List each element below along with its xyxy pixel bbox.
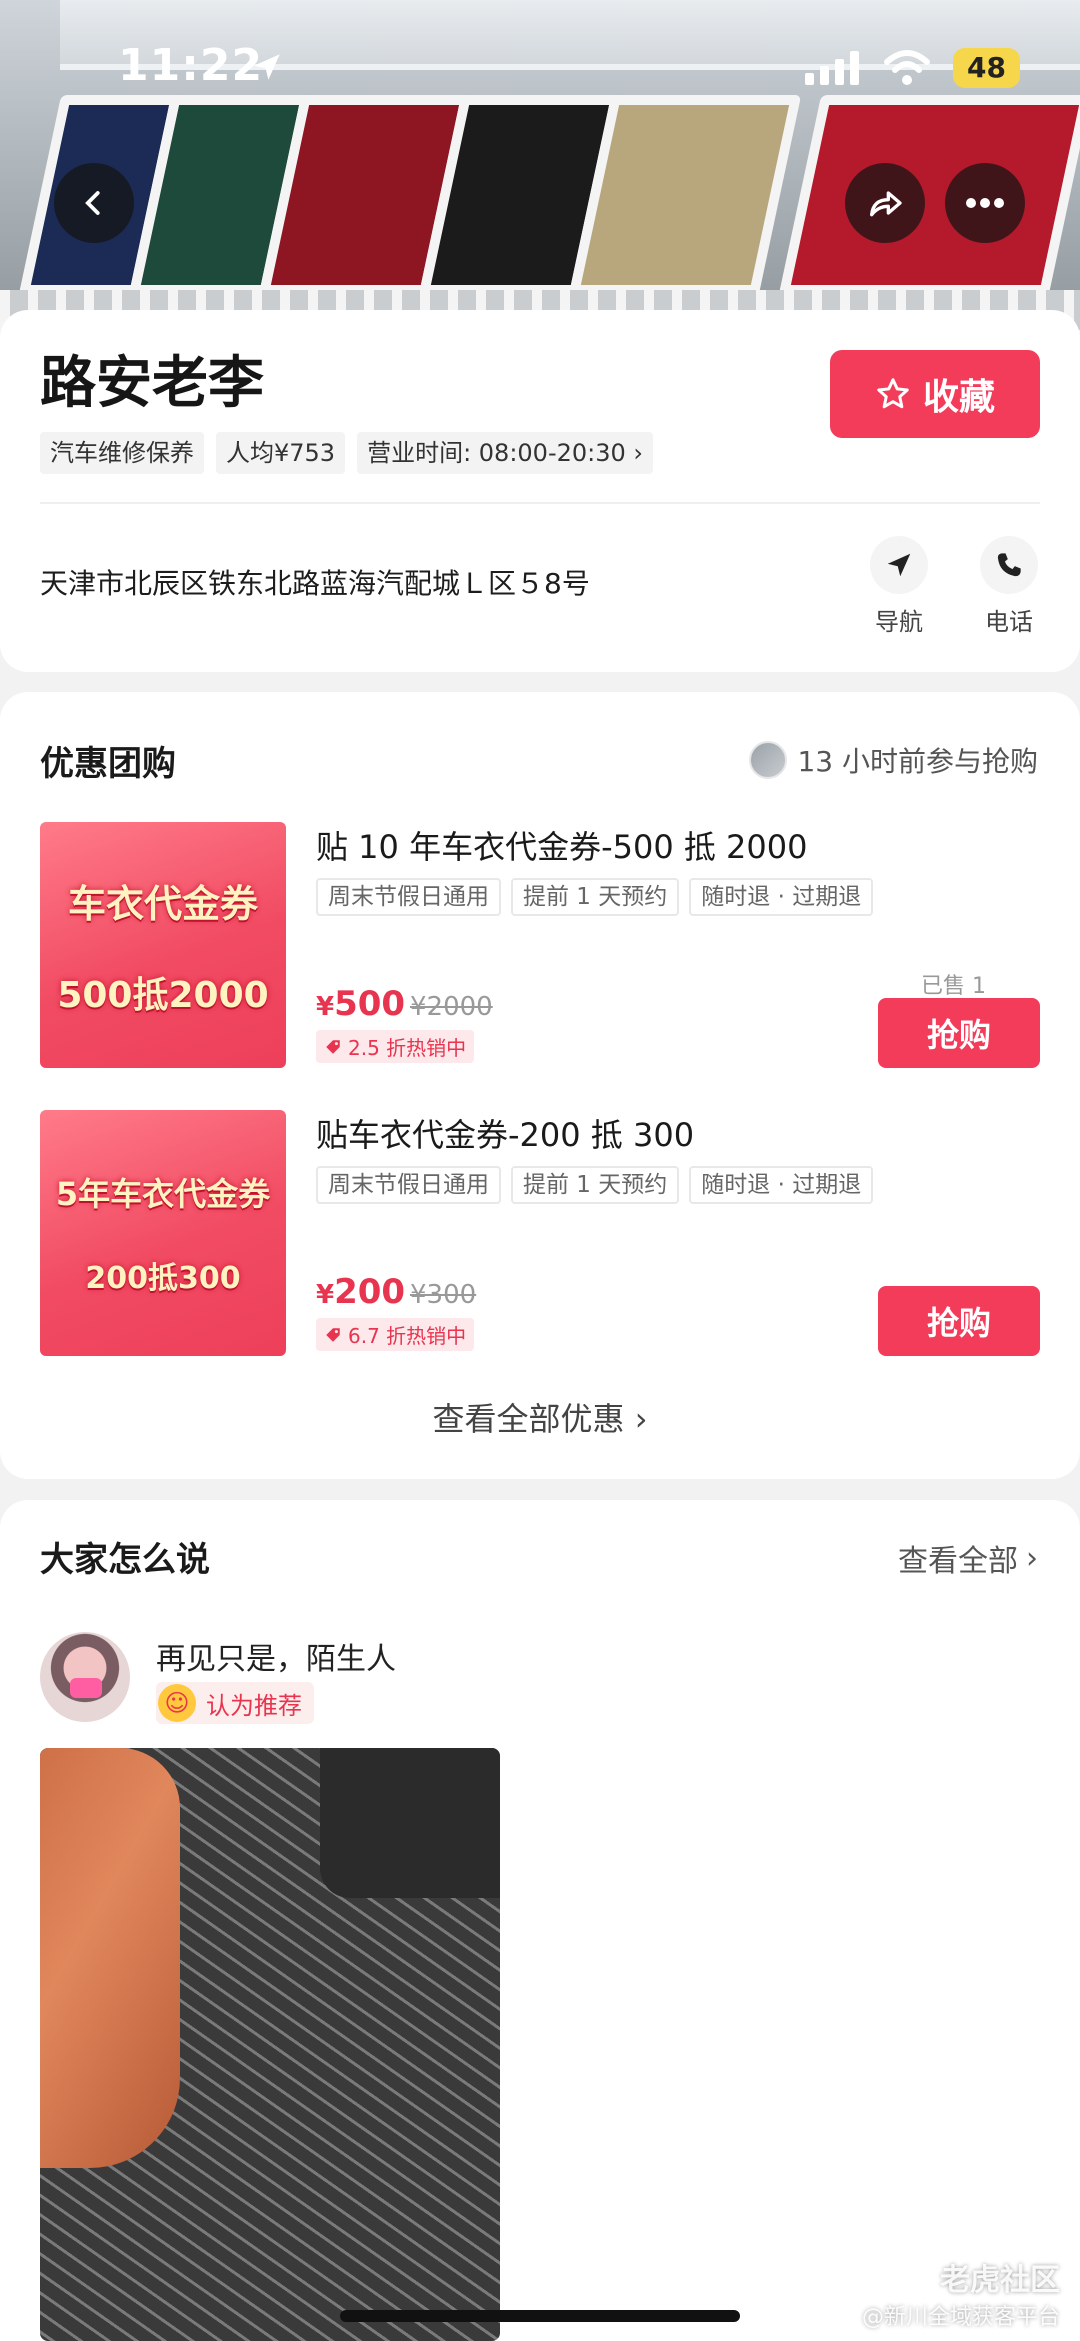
favorite-label: 收藏 [922,377,995,418]
price-tag-icon [326,1327,340,1342]
watermark-subtitle: @新川全域获客平台 [861,2305,1060,2330]
shop-address: 天津市北辰区铁东北路蓝海汽配城Ｌ区５8号 [40,567,590,600]
view-all-reviews-text: 查看全部 [898,1544,1018,1579]
reviews-section-title: 大家怎么说 [40,1540,210,1580]
share-icon [870,191,902,217]
shop-hero-image: 11:22 48 [0,0,1080,330]
discount-text: 6.7 折热销中 [348,1324,467,1348]
deal-price: ¥500 [316,984,405,1024]
buyer-avatar [749,741,788,779]
favorite-button[interactable]: 收藏 [830,350,1040,438]
deal-item[interactable]: 车衣代金券 500抵2000 贴 10 年车衣代金券-500 抵 2000 周末… [40,822,1040,1068]
reviewer-avatar[interactable] [40,1632,130,1722]
chevron-right-icon: › [1026,1540,1038,1576]
deal-price-value: 500 [334,984,406,1024]
navigate-button[interactable]: 导航 [854,536,944,637]
deal-image: 车衣代金券 500抵2000 [40,822,286,1068]
category-tag: 汽车维修保养 [40,432,204,474]
deal-image-line1: 车衣代金券 [67,881,258,926]
back-button[interactable] [54,163,134,243]
business-hours-text: 营业时间: 08:00-20:30 [367,439,626,467]
watermark-title: 老虎社区 [940,2263,1060,2298]
recommend-badge: ☺ 认为推荐 [156,1682,314,1724]
status-indicators: 48 [805,48,1020,88]
more-button[interactable] [945,163,1025,243]
share-button[interactable] [845,163,925,243]
deal-original-price: ¥300 [410,1280,477,1310]
deals-section-title: 优惠团购 [40,744,176,784]
phone-button[interactable]: 电话 [964,536,1054,637]
avg-price-tag: 人均¥753 [216,432,346,474]
shop-tags: 汽车维修保养 人均¥753 营业时间: 08:00-20:30 › [40,432,654,474]
deal-item[interactable]: 5年车衣代金券 200抵300 贴车衣代金券-200 抵 300 周末节假日通用… [40,1110,1040,1356]
currency-symbol: ¥ [316,1280,335,1310]
reviews-card: 大家怎么说 查看全部 › 再见只是，陌生人 ☺ 认为推荐 [0,1500,1080,2341]
price-tag-icon [326,1039,340,1054]
buy-button[interactable]: 抢购 [878,998,1040,1068]
more-dots-icon [966,198,1004,208]
currency-symbol: ¥ [316,992,335,1022]
phone-icon [997,553,1021,577]
view-all-deals-link[interactable]: 查看全部优惠 › [0,1394,1080,1440]
deal-price-value: 200 [334,1272,406,1312]
divider [40,502,1040,504]
deal-tags: 周末节假日通用 提前 1 天预约 随时退 · 过期退 [316,878,874,916]
deal-tag: 提前 1 天预约 [511,878,680,916]
home-indicator [340,2310,740,2322]
smile-emoji-icon: ☺ [158,1684,196,1722]
chevron-right-icon: › [634,1400,648,1438]
phone-label: 电话 [985,608,1033,636]
battery-indicator: 48 [953,48,1020,88]
group-deals-card: 优惠团购 13 小时前参与抢购 车衣代金券 500抵2000 贴 10 年车衣代… [0,692,1080,1479]
deal-tag: 提前 1 天预约 [511,1166,680,1204]
shop-name: 路安老李 [40,351,264,416]
deal-image-line2: 200抵300 [85,1261,241,1296]
navigation-arrow-icon [887,553,911,577]
wifi-icon [884,50,931,85]
deal-tag: 周末节假日通用 [316,878,501,916]
deal-image-line1: 5年车衣代金券 [55,1175,271,1213]
signal-icon [805,51,860,85]
deals-activity: 13 小时前参与抢购 [749,740,1038,780]
deal-image-line2: 500抵2000 [57,974,269,1016]
deal-tags: 周末节假日通用 提前 1 天预约 随时退 · 过期退 [316,1166,874,1204]
sold-count: 已售 1 [921,974,986,999]
reviewer-name[interactable]: 再见只是，陌生人 [156,1634,396,1678]
deal-image: 5年车衣代金券 200抵300 [40,1110,286,1356]
navigate-label: 导航 [875,608,923,636]
chevron-left-icon [85,191,100,215]
chevron-right-icon: › [633,439,644,467]
shop-info-card: 路安老李 收藏 汽车维修保养 人均¥753 营业时间: 08:00-20:30 … [0,310,1080,672]
view-all-reviews-link[interactable]: 查看全部 › [898,1536,1038,1580]
buy-button[interactable]: 抢购 [878,1286,1040,1356]
deals-activity-text: 13 小时前参与抢购 [797,745,1038,778]
shop-detail-page: 11:22 48 路安老李 收藏 汽车维修保养 人均¥753 营业时间: 08:… [0,0,1080,2341]
deal-original-price: ¥2000 [410,992,493,1022]
discount-text: 2.5 折热销中 [348,1036,467,1060]
discount-badge: 6.7 折热销中 [316,1318,475,1351]
deal-tag: 周末节假日通用 [316,1166,501,1204]
status-time: 11:22 [118,40,264,91]
review-photo[interactable] [40,1748,500,2341]
discount-badge: 2.5 折热销中 [316,1030,475,1063]
deal-title: 贴 10 年车衣代金券-500 抵 2000 [316,828,808,866]
view-all-deals-text: 查看全部优惠 [432,1400,625,1438]
star-outline-icon [877,378,909,409]
watermark: 老虎社区 @新川全域获客平台 [862,2255,1060,2331]
business-hours-tag[interactable]: 营业时间: 08:00-20:30 › [357,432,654,474]
deal-price: ¥200 [316,1272,405,1312]
deal-tag: 随时退 · 过期退 [689,1166,874,1204]
recommend-text: 认为推荐 [206,1691,302,1720]
location-arrow-icon [254,54,280,80]
deal-tag: 随时退 · 过期退 [689,878,874,916]
deal-title: 贴车衣代金券-200 抵 300 [316,1116,695,1154]
